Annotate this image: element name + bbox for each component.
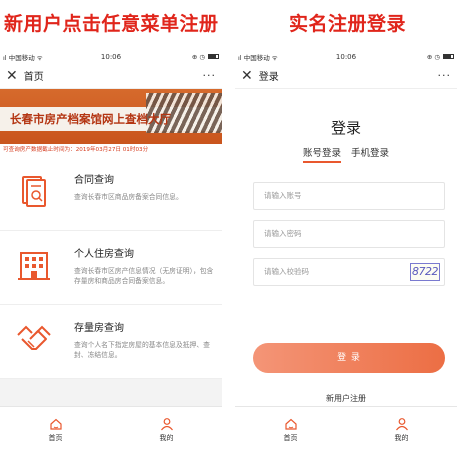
login-form: 登录 账号登录 手机登录 请输入账号 请输入密码 请输入校验码 8722 登 录…: [235, 89, 457, 414]
status-bar: ıl 中国移动 ᯤ 10:06 ⊕ ◷: [0, 50, 222, 63]
nav-title: 登录: [258, 72, 279, 83]
status-time: 10:06: [335, 52, 357, 61]
tab-account-login[interactable]: 账号登录: [302, 145, 342, 163]
tab-mine[interactable]: 我的: [111, 407, 222, 452]
tab-phone-login[interactable]: 手机登录: [351, 145, 389, 159]
close-icon[interactable]: ✕: [6, 69, 18, 83]
account-input[interactable]: 请输入账号: [253, 182, 445, 210]
home-icon: [284, 418, 297, 430]
bottom-tab-bar: 首页 我的: [0, 406, 222, 452]
battery-icon: [208, 54, 219, 59]
nav-bar: ✕ 登录 ···: [235, 63, 457, 89]
handshake-icon: [17, 325, 51, 350]
status-time: 10:06: [100, 52, 122, 61]
service-desc: 查询长春市区房产信息情况（无房证明），包含存量房和商品房合同备案信息。: [74, 267, 214, 285]
building-icon: [18, 252, 50, 280]
nav-bar: ✕ 首页 ···: [0, 63, 222, 89]
tab-home[interactable]: 首页: [235, 407, 346, 452]
service-title: 个人住房查询: [74, 249, 134, 260]
captcha-input[interactable]: 请输入校验码 8722: [253, 258, 445, 286]
right-caption: 实名注册登录: [289, 13, 407, 35]
captcha-placeholder: 请输入校验码: [264, 267, 309, 276]
service-desc: 查询个人名下指定房屋的基本信息及抵押、查封、冻结信息。: [74, 341, 210, 359]
service-desc: 查询长春市区商品房备案合同信息。: [74, 193, 183, 201]
bottom-tab-bar: 首页 我的: [235, 406, 457, 452]
contract-document-icon: [22, 176, 46, 207]
service-contract-query[interactable]: 合同查询 查询长春市区商品房备案合同信息。: [0, 157, 222, 231]
login-title: 登录: [330, 119, 361, 137]
tab-label: 首页: [48, 433, 63, 442]
banner: 长春市房产档案馆网上查档大厅 可查询房产数据截止时间为：2019年03月27日 …: [0, 89, 222, 157]
more-options-icon[interactable]: ···: [203, 69, 217, 82]
login-screen: ıl 中国移动 ᯤ 10:06 ⊕ ◷ ✕ 登录 ··· 登录 账号登录 手机登…: [235, 50, 457, 452]
home-screen: ıl 中国移动 ᯤ 10:06 ⊕ ◷ ✕ 首页 ··· 长春市房产档案馆网上查…: [0, 50, 222, 452]
nav-title: 首页: [23, 72, 44, 83]
tab-label: 我的: [394, 433, 409, 442]
login-button[interactable]: 登 录: [253, 343, 445, 373]
person-icon: [160, 417, 173, 430]
captcha-image[interactable]: 8722: [410, 263, 440, 281]
tab-home[interactable]: 首页: [0, 407, 111, 452]
service-existing-housing-query[interactable]: 存量房查询 查询个人名下指定房屋的基本信息及抵押、查封、冻结信息。: [0, 305, 222, 379]
person-icon: [395, 417, 408, 430]
home-icon: [49, 418, 62, 430]
register-link[interactable]: 新用户注册: [235, 393, 457, 404]
tab-mine[interactable]: 我的: [346, 407, 457, 452]
password-input[interactable]: 请输入密码: [253, 220, 445, 248]
banner-title: 长春市房产档案馆网上查档大厅: [10, 112, 171, 126]
tab-label: 首页: [283, 433, 298, 442]
battery-icon: [443, 54, 454, 59]
service-list: 合同查询 查询长春市区商品房备案合同信息。 个人住房查询 查询长春市区房产信息情…: [0, 157, 222, 379]
more-options-icon[interactable]: ···: [438, 69, 452, 82]
data-cutoff-notice: 可查询房产数据截止时间为：2019年03月27日 01时03分: [0, 144, 222, 157]
left-caption: 新用户点击任意菜单注册: [4, 13, 219, 35]
login-tabs: 账号登录 手机登录: [235, 145, 457, 163]
close-icon[interactable]: ✕: [241, 69, 253, 83]
status-bar: ıl 中国移动 ᯤ 10:06 ⊕ ◷: [235, 50, 457, 63]
tab-label: 我的: [159, 433, 174, 442]
service-title: 存量房查询: [74, 323, 124, 334]
service-title: 合同查询: [74, 175, 114, 186]
service-personal-housing-query[interactable]: 个人住房查询 查询长春市区房产信息情况（无房证明），包含存量房和商品房合同备案信…: [0, 231, 222, 305]
